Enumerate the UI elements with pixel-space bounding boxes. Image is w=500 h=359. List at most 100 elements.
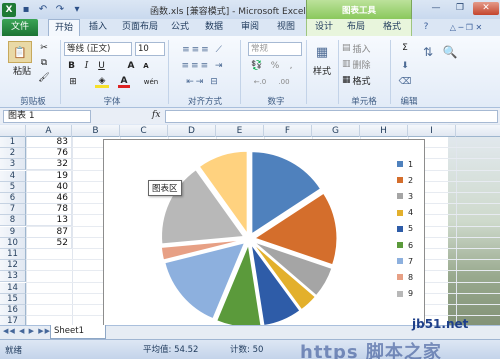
fill-icon[interactable]: ⬇: [398, 60, 412, 72]
chart-area[interactable]: [103, 139, 425, 339]
tab-formulas[interactable]: 公式: [166, 19, 194, 36]
legend-item-4[interactable]: 4: [397, 207, 413, 219]
column-header-h[interactable]: H: [360, 125, 408, 137]
row-header-11[interactable]: 11: [0, 249, 26, 260]
legend-item-3[interactable]: 3: [397, 190, 413, 202]
column-header-i[interactable]: I: [408, 125, 456, 137]
legend-item-1[interactable]: 1: [397, 158, 413, 170]
cell-a7[interactable]: 78: [26, 204, 72, 216]
borders-icon[interactable]: ⊞: [66, 76, 80, 88]
underline-button[interactable]: U: [96, 60, 107, 72]
cell-a6[interactable]: 46: [26, 193, 72, 204]
font-name-select[interactable]: 等线 (正文): [64, 42, 132, 56]
percent-button[interactable]: %: [270, 60, 280, 72]
styles-button[interactable]: 样式: [308, 64, 336, 77]
cell-a1[interactable]: 83: [26, 137, 72, 148]
row-header-10[interactable]: 10: [0, 237, 26, 249]
grow-font-button[interactable]: A: [125, 60, 137, 72]
row-header-16[interactable]: 16: [0, 305, 26, 316]
row-header-2[interactable]: 2: [0, 148, 26, 160]
column-header-c[interactable]: C: [120, 125, 168, 137]
sort-filter-icon[interactable]: ⇅: [418, 42, 438, 62]
cell-a10[interactable]: 52: [26, 237, 72, 249]
column-header-g[interactable]: G: [312, 125, 360, 137]
autosum-button[interactable]: Σ: [398, 42, 412, 54]
row-header-1[interactable]: 1: [0, 137, 26, 148]
name-box[interactable]: 图表 1: [3, 110, 91, 123]
comma-button[interactable]: ,: [286, 60, 296, 72]
row-header-9[interactable]: 9: [0, 226, 26, 238]
cell-a9[interactable]: 87: [26, 226, 72, 238]
tab-insert[interactable]: 插入: [84, 19, 112, 36]
formula-input[interactable]: [165, 110, 498, 123]
cell-a8[interactable]: 13: [26, 215, 72, 227]
row-header-8[interactable]: 8: [0, 215, 26, 227]
help-icon[interactable]: ?: [420, 19, 432, 36]
tab-view[interactable]: 视图: [272, 19, 300, 36]
row-header-14[interactable]: 14: [0, 282, 26, 294]
column-header-b[interactable]: B: [72, 125, 120, 137]
pie-chart[interactable]: [104, 140, 424, 338]
row-header-12[interactable]: 12: [0, 260, 26, 272]
font-size-select[interactable]: 10: [135, 42, 165, 56]
sheet-tab-sheet1[interactable]: Sheet1: [50, 325, 106, 339]
cell-a4[interactable]: 19: [26, 170, 72, 182]
align-top-icons[interactable]: ≡≡≡ ⟋: [176, 44, 230, 56]
select-all-corner[interactable]: [0, 125, 26, 137]
tab-layout[interactable]: 布局: [342, 19, 370, 36]
fill-color-icon[interactable]: ◈: [95, 76, 109, 88]
column-header-a[interactable]: A: [26, 125, 72, 137]
paste-icon[interactable]: 📋: [8, 41, 32, 63]
tab-format[interactable]: 格式: [378, 19, 406, 36]
row-header-15[interactable]: 15: [0, 293, 26, 305]
legend-item-9[interactable]: 9: [397, 288, 413, 300]
row-header-6[interactable]: 6: [0, 193, 26, 204]
tab-review[interactable]: 审阅: [236, 19, 264, 36]
cell-a2[interactable]: 76: [26, 148, 72, 160]
insert-function-icon[interactable]: fx: [152, 110, 160, 120]
shrink-font-button[interactable]: A: [140, 60, 152, 72]
increase-decimal-button[interactable]: ←.0: [250, 76, 270, 88]
undo-icon[interactable]: ↶: [36, 3, 50, 17]
column-header-f[interactable]: F: [264, 125, 312, 137]
number-format-select[interactable]: 常规: [248, 42, 302, 56]
tab-page-layout[interactable]: 页面布局: [118, 19, 162, 36]
align-horizontal-icons[interactable]: ≡≡≡ ⇥: [176, 60, 230, 72]
cell-a3[interactable]: 32: [26, 159, 72, 171]
tab-file[interactable]: 文件: [2, 19, 38, 36]
row-header-3[interactable]: 3: [0, 159, 26, 171]
legend-item-6[interactable]: 6: [397, 239, 413, 251]
indent-icons[interactable]: ⇤⇥ ⊟: [176, 76, 230, 88]
column-header-e[interactable]: E: [216, 125, 264, 137]
cell-a5[interactable]: 40: [26, 181, 72, 193]
tab-data[interactable]: 数据: [200, 19, 228, 36]
bold-button[interactable]: B: [66, 60, 77, 72]
legend-item-2[interactable]: 2: [397, 174, 413, 186]
insert-cells-button[interactable]: ▤ 插入: [342, 42, 382, 55]
currency-icon[interactable]: 💱: [250, 60, 264, 72]
font-color-button[interactable]: A: [118, 76, 130, 88]
clear-icon[interactable]: ⌫: [398, 76, 412, 88]
row-header-13[interactable]: 13: [0, 271, 26, 283]
row-header-7[interactable]: 7: [0, 204, 26, 216]
italic-button[interactable]: I: [81, 60, 92, 72]
phonetic-button[interactable]: wén: [142, 76, 160, 88]
minimize-icon[interactable]: —: [425, 2, 447, 15]
tab-home[interactable]: 开始: [48, 19, 80, 36]
excel-logo-icon[interactable]: X: [2, 2, 16, 17]
tab-design[interactable]: 设计: [310, 19, 338, 36]
legend-item-5[interactable]: 5: [397, 223, 413, 235]
save-icon[interactable]: ▪: [19, 3, 33, 17]
cut-icon[interactable]: ✂: [38, 42, 50, 53]
close-icon[interactable]: ✕: [473, 2, 499, 15]
paste-button[interactable]: 粘贴: [8, 64, 36, 77]
legend-item-7[interactable]: 7: [397, 255, 413, 267]
copy-icon[interactable]: ⧉: [38, 57, 50, 68]
find-select-icon[interactable]: 🔍: [440, 42, 460, 62]
row-header-4[interactable]: 4: [0, 170, 26, 182]
decrease-decimal-button[interactable]: .00: [274, 76, 294, 88]
styles-icon[interactable]: ▦: [312, 42, 332, 62]
column-header-d[interactable]: D: [168, 125, 216, 137]
restore-icon[interactable]: ❐: [449, 2, 471, 15]
format-painter-icon[interactable]: 🖌: [38, 72, 50, 83]
